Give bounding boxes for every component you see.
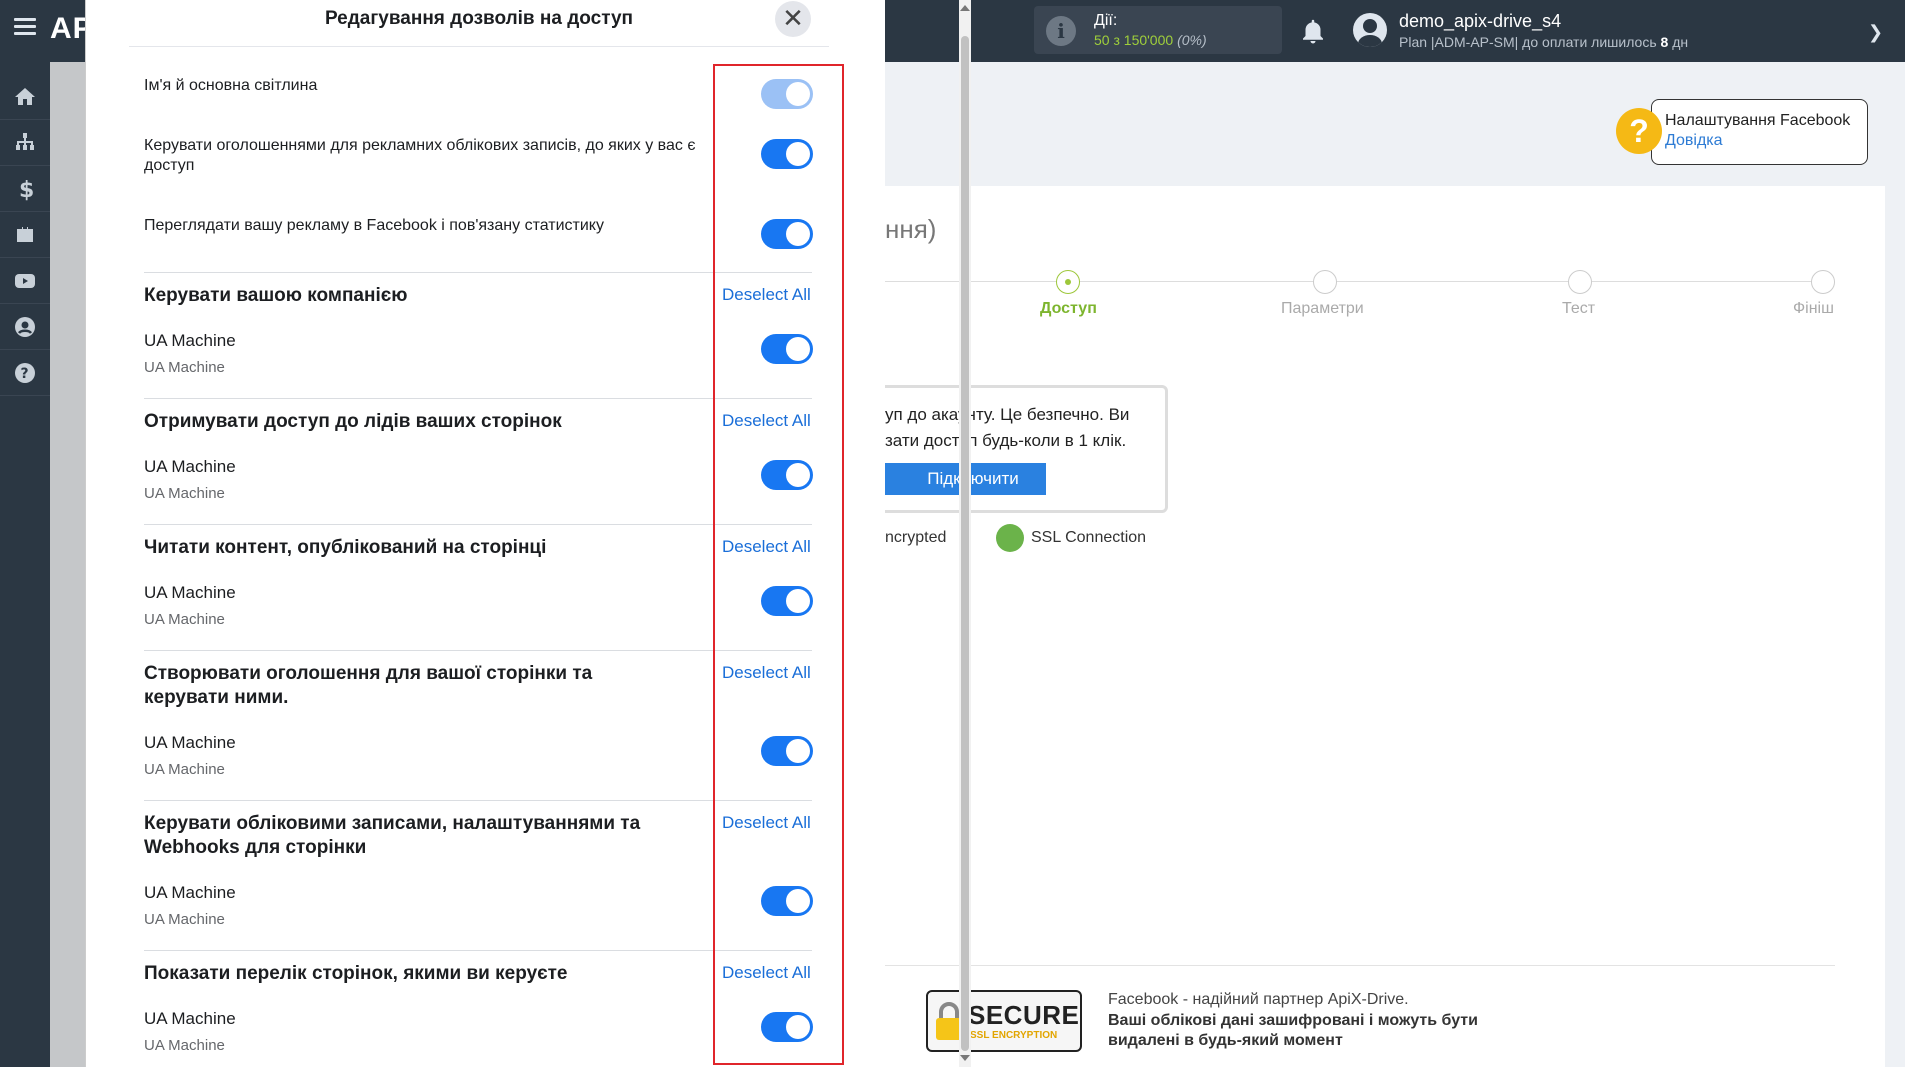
page-name: UA Machine xyxy=(144,583,236,602)
info-icon: i xyxy=(1046,16,1076,46)
sidebar-item-account[interactable] xyxy=(0,304,50,350)
page-name: UA Machine xyxy=(144,331,236,350)
bell-icon[interactable] xyxy=(1298,16,1328,46)
page-sub: UA Machine xyxy=(144,485,225,502)
scrollbar-thumb[interactable] xyxy=(961,36,969,1051)
main-card xyxy=(885,186,1885,1067)
connect-info-text: уп до акаунту. Це безпечно. Ви зати дост… xyxy=(885,405,1130,450)
section-divider xyxy=(144,524,812,525)
perm-label-view-ads: Переглядати вашу рекламу в Facebook і по… xyxy=(144,217,604,234)
perm-label-profile: Ім'я й основна світлина xyxy=(144,77,318,94)
help-icon: ? xyxy=(15,362,35,383)
section-divider xyxy=(144,272,812,273)
section-title-create-ads: Створювати оголошення для вашої сторінки… xyxy=(144,663,593,708)
dollar-icon: $ xyxy=(19,178,34,201)
section-title-list-pages: Показати перелік сторінок, якими ви керу… xyxy=(144,963,568,984)
page-sub: UA Machine xyxy=(144,611,225,628)
section-title-manage-accounts: Керувати обліковими записами, налаштуван… xyxy=(144,813,641,858)
step-dot-test[interactable] xyxy=(1568,270,1592,294)
sidebar-item-help[interactable]: ? xyxy=(0,350,50,396)
secure-title: SECURE xyxy=(968,1000,1080,1030)
svg-text:?: ? xyxy=(21,366,29,382)
page-sub: UA Machine xyxy=(144,911,225,928)
step-dot-params[interactable] xyxy=(1313,270,1337,294)
menu-icon[interactable] xyxy=(14,18,36,36)
sidebar-item-home[interactable] xyxy=(0,74,50,120)
dialog-header: Редагування дозволів на доступ ✕ xyxy=(129,0,829,47)
page-sub: UA Machine xyxy=(144,761,225,778)
user-icon xyxy=(15,316,35,337)
step-label-finish[interactable]: Фініш xyxy=(1793,300,1834,318)
sidebar-item-flows[interactable] xyxy=(0,120,50,166)
ssl-globe-icon xyxy=(996,524,1024,552)
ssl-label: SSL Connection xyxy=(1031,529,1147,546)
page-name: UA Machine xyxy=(144,883,236,902)
section-title-leads: Отримувати доступ до лідів ваших сторіно… xyxy=(144,411,562,432)
dialog-title: Редагування дозволів на доступ xyxy=(324,8,634,29)
svg-text:$: $ xyxy=(19,178,34,201)
actions-value: 50 з 150'000 (0%) xyxy=(1094,32,1207,48)
section-divider xyxy=(144,800,812,801)
sitemap-icon xyxy=(16,132,34,150)
help-title: Налаштування Facebook xyxy=(1665,112,1851,129)
actions-label: Дії: xyxy=(1094,12,1118,29)
plan-info: Plan |ADM-AP-SM| до оплати лишилось 8 дн xyxy=(1399,34,1689,50)
section-title-business: Керувати вашою компанією xyxy=(144,285,408,306)
help-link[interactable]: Довідка xyxy=(1665,132,1723,150)
partner-bold-text: Ваші облікові дані зашифровані і можуть … xyxy=(1108,1012,1478,1049)
actions-counter: i Дії: 50 з 150'000 (0%) xyxy=(1034,6,1282,54)
scroll-down-icon[interactable] xyxy=(960,1055,970,1061)
secure-badge: SECURE SSL ENCRYPTION xyxy=(926,990,1082,1052)
perm-label-manage-ads: Керувати оголошеннями для рекламних облі… xyxy=(144,137,696,174)
avatar[interactable] xyxy=(1353,13,1387,47)
section-divider xyxy=(144,950,812,951)
steps-line xyxy=(885,281,1825,282)
highlight-frame xyxy=(713,64,844,1065)
page-sub: UA Machine xyxy=(144,359,225,376)
step-label-access[interactable]: Доступ xyxy=(1040,300,1097,318)
section-divider xyxy=(144,650,812,651)
chevron-down-icon[interactable]: ❯ xyxy=(1868,22,1883,43)
step-label-test[interactable]: Тест xyxy=(1562,300,1595,318)
page-sub: UA Machine xyxy=(144,1037,225,1054)
close-button[interactable]: ✕ xyxy=(775,1,811,37)
divider xyxy=(885,965,1835,966)
partner-text: Facebook - надійний партнер ApiX-Drive. xyxy=(1108,991,1409,1008)
step-dot-access[interactable] xyxy=(1056,270,1080,294)
page-name: UA Machine xyxy=(144,457,236,476)
home-icon xyxy=(15,87,35,105)
username[interactable]: demo_apix-drive_s4 xyxy=(1399,11,1561,32)
page-title: ння) xyxy=(885,214,937,244)
video-icon xyxy=(15,273,35,288)
sidebar: $ ? xyxy=(0,62,50,1067)
page-name: UA Machine xyxy=(144,733,236,752)
sidebar-item-services[interactable] xyxy=(0,212,50,258)
section-divider xyxy=(144,398,812,399)
scroll-up-icon[interactable] xyxy=(960,5,970,11)
briefcase-icon xyxy=(17,226,33,242)
step-label-params[interactable]: Параметри xyxy=(1281,300,1364,318)
encrypted-label: ncrypted xyxy=(885,529,947,546)
sidebar-item-video[interactable] xyxy=(0,258,50,304)
secure-subtitle: SSL ENCRYPTION xyxy=(970,1030,1058,1041)
sidebar-item-billing[interactable]: $ xyxy=(0,166,50,212)
page-name: UA Machine xyxy=(144,1009,236,1028)
section-title-read-content: Читати контент, опублікований на сторінц… xyxy=(144,537,547,558)
step-dot-finish[interactable] xyxy=(1811,270,1835,294)
question-icon: ? xyxy=(1616,108,1662,154)
